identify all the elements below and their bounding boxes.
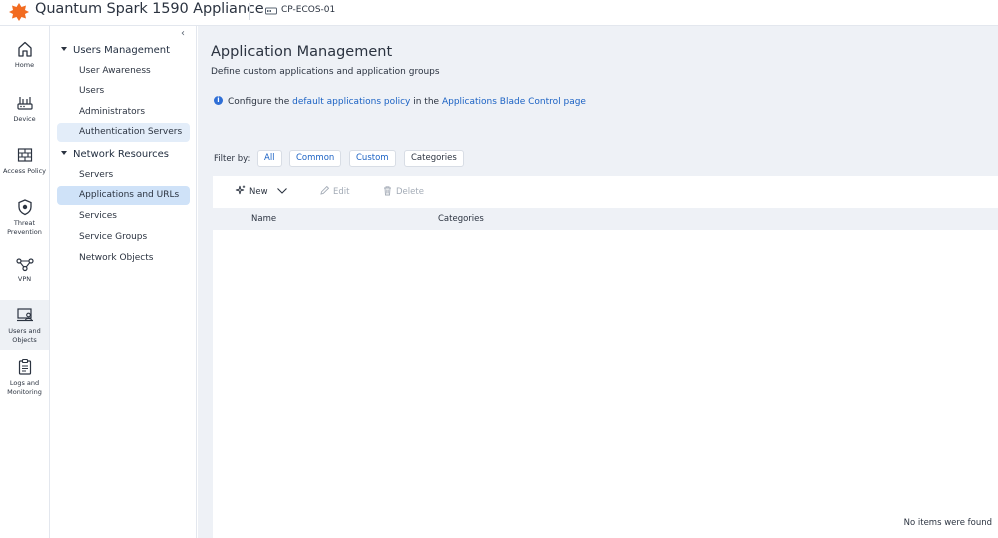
shield-icon bbox=[17, 199, 32, 216]
rail-label-users-objects: Users and Objects bbox=[8, 327, 41, 344]
info-prefix: Configure the bbox=[228, 97, 290, 107]
filter-chip-all[interactable]: All bbox=[257, 150, 282, 167]
edit-button-label: Edit bbox=[333, 187, 350, 197]
new-button-label: New bbox=[249, 187, 268, 197]
tree-item-servers[interactable]: Servers bbox=[57, 166, 190, 185]
rail-label-device: Device bbox=[13, 115, 36, 123]
edit-button[interactable]: Edit bbox=[319, 185, 350, 197]
app-title: Quantum Spark 1590 Appliance bbox=[35, 1, 264, 17]
filter-chip-custom[interactable]: Custom bbox=[349, 150, 396, 167]
column-header-name[interactable]: Name bbox=[251, 214, 276, 224]
tree-item-administrators[interactable]: Administrators bbox=[57, 103, 190, 122]
rail-item-logs-monitoring[interactable]: Logs and Monitoring bbox=[0, 358, 49, 402]
pencil-icon bbox=[320, 185, 330, 195]
clipboard-icon bbox=[18, 358, 31, 375]
applications-blade-control-link[interactable]: Applications Blade Control page bbox=[442, 97, 586, 107]
applications-table-panel: New Edit Delete Name Categories No items… bbox=[213, 176, 998, 538]
rail-label-threat-prevention: Threat Prevention bbox=[7, 219, 42, 236]
device-name[interactable]: CP-ECOS-01 bbox=[281, 5, 335, 15]
tree-item-applications-and-urls[interactable]: Applications and URLs bbox=[57, 186, 190, 205]
rail-label-access-policy: Access Policy bbox=[2, 167, 46, 175]
main-navigation-rail: Home Device Access Policy Threat Prevent… bbox=[0, 26, 50, 538]
tree-item-service-groups[interactable]: Service Groups bbox=[57, 228, 190, 247]
table-header: Name Categories bbox=[213, 208, 998, 230]
main-content: Application Management Define custom app… bbox=[198, 26, 998, 538]
app-header: Quantum Spark 1590 Appliance CP-ECOS-01 bbox=[0, 0, 998, 26]
filter-chip-categories[interactable]: Categories bbox=[404, 150, 464, 167]
rail-item-home[interactable]: Home bbox=[0, 40, 49, 76]
tree-section-label: Network Resources bbox=[73, 149, 170, 160]
info-message: i Configure the default applications poli… bbox=[214, 96, 586, 107]
tree-section-label: Users Management bbox=[73, 45, 171, 56]
tree-section-users-management[interactable]: Users Management bbox=[61, 45, 170, 56]
empty-table-message: No items were found bbox=[903, 518, 992, 528]
tree-section-network-resources[interactable]: Network Resources bbox=[61, 149, 169, 160]
column-header-categories[interactable]: Categories bbox=[438, 214, 484, 224]
page-title: Application Management bbox=[211, 44, 393, 60]
chevron-down-icon[interactable] bbox=[276, 187, 288, 195]
check-point-logo bbox=[9, 3, 29, 21]
header-divider bbox=[249, 3, 250, 20]
rail-item-threat-prevention[interactable]: Threat Prevention bbox=[0, 198, 49, 242]
rail-item-users-objects[interactable]: Users and Objects bbox=[0, 300, 49, 350]
filter-label: Filter by: bbox=[214, 154, 251, 164]
sparkle-add-icon bbox=[235, 185, 246, 195]
user-monitor-icon bbox=[16, 308, 33, 322]
rail-label-home: Home bbox=[14, 61, 35, 69]
page-subtitle: Define custom applications and applicati… bbox=[211, 67, 440, 77]
rail-item-access-policy[interactable]: Access Policy bbox=[0, 146, 49, 190]
tree-item-users[interactable]: Users bbox=[57, 82, 190, 101]
info-middle: in the bbox=[413, 97, 440, 107]
trash-icon bbox=[384, 186, 391, 196]
appliance-icon bbox=[265, 7, 277, 15]
tree-item-authentication-servers[interactable]: Authentication Servers bbox=[57, 123, 190, 142]
delete-button-label: Delete bbox=[396, 187, 424, 197]
home-icon bbox=[17, 41, 32, 57]
rail-item-vpn[interactable]: VPN bbox=[0, 258, 49, 288]
rail-label-logs-monitoring: Logs and Monitoring bbox=[7, 379, 42, 396]
delete-button[interactable]: Delete bbox=[382, 186, 424, 197]
rail-label-vpn: VPN bbox=[17, 275, 32, 283]
info-icon: i bbox=[214, 96, 223, 105]
tree-item-services[interactable]: Services bbox=[57, 207, 190, 226]
collapse-sidebar-chevron-icon[interactable]: ‹ bbox=[181, 29, 191, 39]
new-button[interactable]: New bbox=[235, 185, 291, 197]
caret-down-icon bbox=[61, 151, 67, 155]
caret-down-icon bbox=[61, 47, 67, 51]
rail-item-device[interactable]: Device bbox=[0, 94, 49, 130]
section-tree: ‹ Users Management User Awareness Users … bbox=[51, 26, 197, 538]
network-nodes-icon bbox=[15, 258, 34, 272]
default-applications-policy-link[interactable]: default applications policy bbox=[292, 97, 410, 107]
tree-item-network-objects[interactable]: Network Objects bbox=[57, 249, 190, 268]
tree-item-user-awareness[interactable]: User Awareness bbox=[57, 62, 190, 81]
firewall-icon bbox=[17, 148, 32, 162]
filter-chip-common[interactable]: Common bbox=[289, 150, 342, 167]
router-icon bbox=[16, 97, 33, 110]
